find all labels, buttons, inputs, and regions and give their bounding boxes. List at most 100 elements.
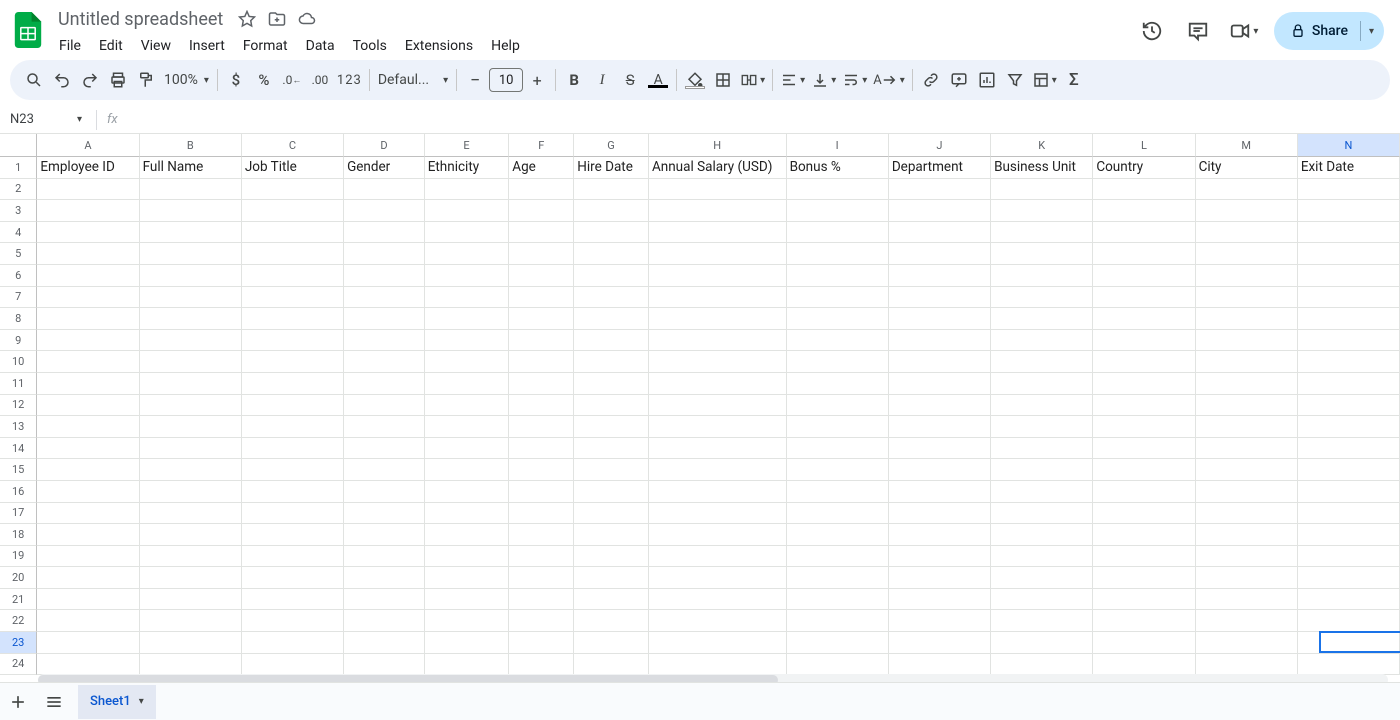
cell[interactable] <box>425 200 510 222</box>
cell[interactable] <box>787 308 889 330</box>
cell[interactable] <box>889 351 991 373</box>
cell[interactable] <box>574 222 649 244</box>
cell[interactable] <box>649 524 787 546</box>
cell[interactable] <box>242 481 344 503</box>
cell[interactable] <box>1298 200 1400 222</box>
cell[interactable] <box>242 632 344 654</box>
cell[interactable] <box>889 589 991 611</box>
cell[interactable] <box>425 610 510 632</box>
cell[interactable] <box>37 179 139 201</box>
column-header[interactable]: J <box>889 134 991 157</box>
cell[interactable] <box>574 330 649 352</box>
row-header[interactable]: 16 <box>0 481 37 503</box>
cell[interactable] <box>425 589 510 611</box>
cell[interactable] <box>787 503 889 525</box>
cell[interactable] <box>1298 610 1400 632</box>
cell[interactable] <box>991 287 1093 309</box>
cell[interactable] <box>1196 287 1298 309</box>
cell[interactable]: Job Title <box>242 157 344 179</box>
cell[interactable] <box>649 265 787 287</box>
insert-chart-icon[interactable] <box>973 66 1001 94</box>
cloud-status-icon[interactable] <box>295 7 319 31</box>
cell[interactable] <box>991 200 1093 222</box>
cell[interactable] <box>574 287 649 309</box>
cell[interactable] <box>509 395 574 417</box>
cell[interactable] <box>889 308 991 330</box>
cell[interactable] <box>787 481 889 503</box>
cell[interactable] <box>344 330 425 352</box>
cell[interactable] <box>649 373 787 395</box>
cell[interactable] <box>1196 200 1298 222</box>
cell[interactable] <box>140 589 242 611</box>
cell[interactable] <box>37 438 139 460</box>
cell[interactable] <box>425 567 510 589</box>
cell[interactable] <box>889 395 991 417</box>
cell[interactable] <box>1093 243 1195 265</box>
cell[interactable] <box>425 632 510 654</box>
cell[interactable] <box>37 632 139 654</box>
column-header[interactable]: E <box>425 134 510 157</box>
cell[interactable] <box>242 567 344 589</box>
cell[interactable] <box>889 330 991 352</box>
borders-icon[interactable] <box>709 66 737 94</box>
row-header[interactable]: 22 <box>0 610 37 632</box>
cell[interactable]: Age <box>509 157 574 179</box>
cell[interactable] <box>242 243 344 265</box>
cell[interactable] <box>425 654 510 676</box>
cell[interactable] <box>140 395 242 417</box>
cell[interactable] <box>787 632 889 654</box>
cell[interactable] <box>1196 308 1298 330</box>
cell[interactable]: Bonus % <box>787 157 889 179</box>
cell[interactable] <box>344 373 425 395</box>
fill-color-icon[interactable] <box>681 66 709 94</box>
cell[interactable] <box>991 243 1093 265</box>
cell[interactable] <box>37 287 139 309</box>
cell[interactable] <box>1298 395 1400 417</box>
cell[interactable] <box>1298 567 1400 589</box>
cell[interactable] <box>242 589 344 611</box>
cell[interactable] <box>425 351 510 373</box>
cell[interactable]: Employee ID <box>37 157 139 179</box>
cell[interactable] <box>787 287 889 309</box>
cell[interactable] <box>649 351 787 373</box>
cell[interactable] <box>1093 589 1195 611</box>
cell[interactable] <box>1298 243 1400 265</box>
cell[interactable] <box>1298 481 1400 503</box>
cell[interactable] <box>1196 654 1298 676</box>
column-header[interactable]: F <box>509 134 574 157</box>
menu-insert[interactable]: Insert <box>180 34 234 58</box>
cell[interactable] <box>140 632 242 654</box>
column-header[interactable]: B <box>140 134 242 157</box>
cell[interactable] <box>242 200 344 222</box>
cell[interactable] <box>649 481 787 503</box>
cell[interactable] <box>344 438 425 460</box>
cell[interactable] <box>889 654 991 676</box>
cell[interactable] <box>991 589 1093 611</box>
cell[interactable] <box>787 265 889 287</box>
cell[interactable] <box>1093 287 1195 309</box>
cell[interactable] <box>649 546 787 568</box>
cell[interactable] <box>37 200 139 222</box>
cell[interactable] <box>1298 546 1400 568</box>
print-icon[interactable] <box>104 66 132 94</box>
cell[interactable] <box>1196 373 1298 395</box>
bold-icon[interactable]: B <box>560 66 588 94</box>
cell[interactable] <box>1298 222 1400 244</box>
cell[interactable] <box>1196 503 1298 525</box>
cell[interactable] <box>1093 265 1195 287</box>
cell[interactable] <box>649 438 787 460</box>
cell[interactable] <box>991 265 1093 287</box>
cell[interactable] <box>1093 546 1195 568</box>
cell[interactable] <box>242 222 344 244</box>
cell[interactable] <box>344 589 425 611</box>
history-icon[interactable] <box>1136 15 1168 47</box>
cell[interactable] <box>574 610 649 632</box>
cell[interactable] <box>140 416 242 438</box>
cell[interactable] <box>344 416 425 438</box>
cell[interactable] <box>574 503 649 525</box>
cell[interactable] <box>509 481 574 503</box>
cell[interactable] <box>509 524 574 546</box>
cell[interactable] <box>242 416 344 438</box>
cell[interactable] <box>787 459 889 481</box>
cell[interactable] <box>242 546 344 568</box>
